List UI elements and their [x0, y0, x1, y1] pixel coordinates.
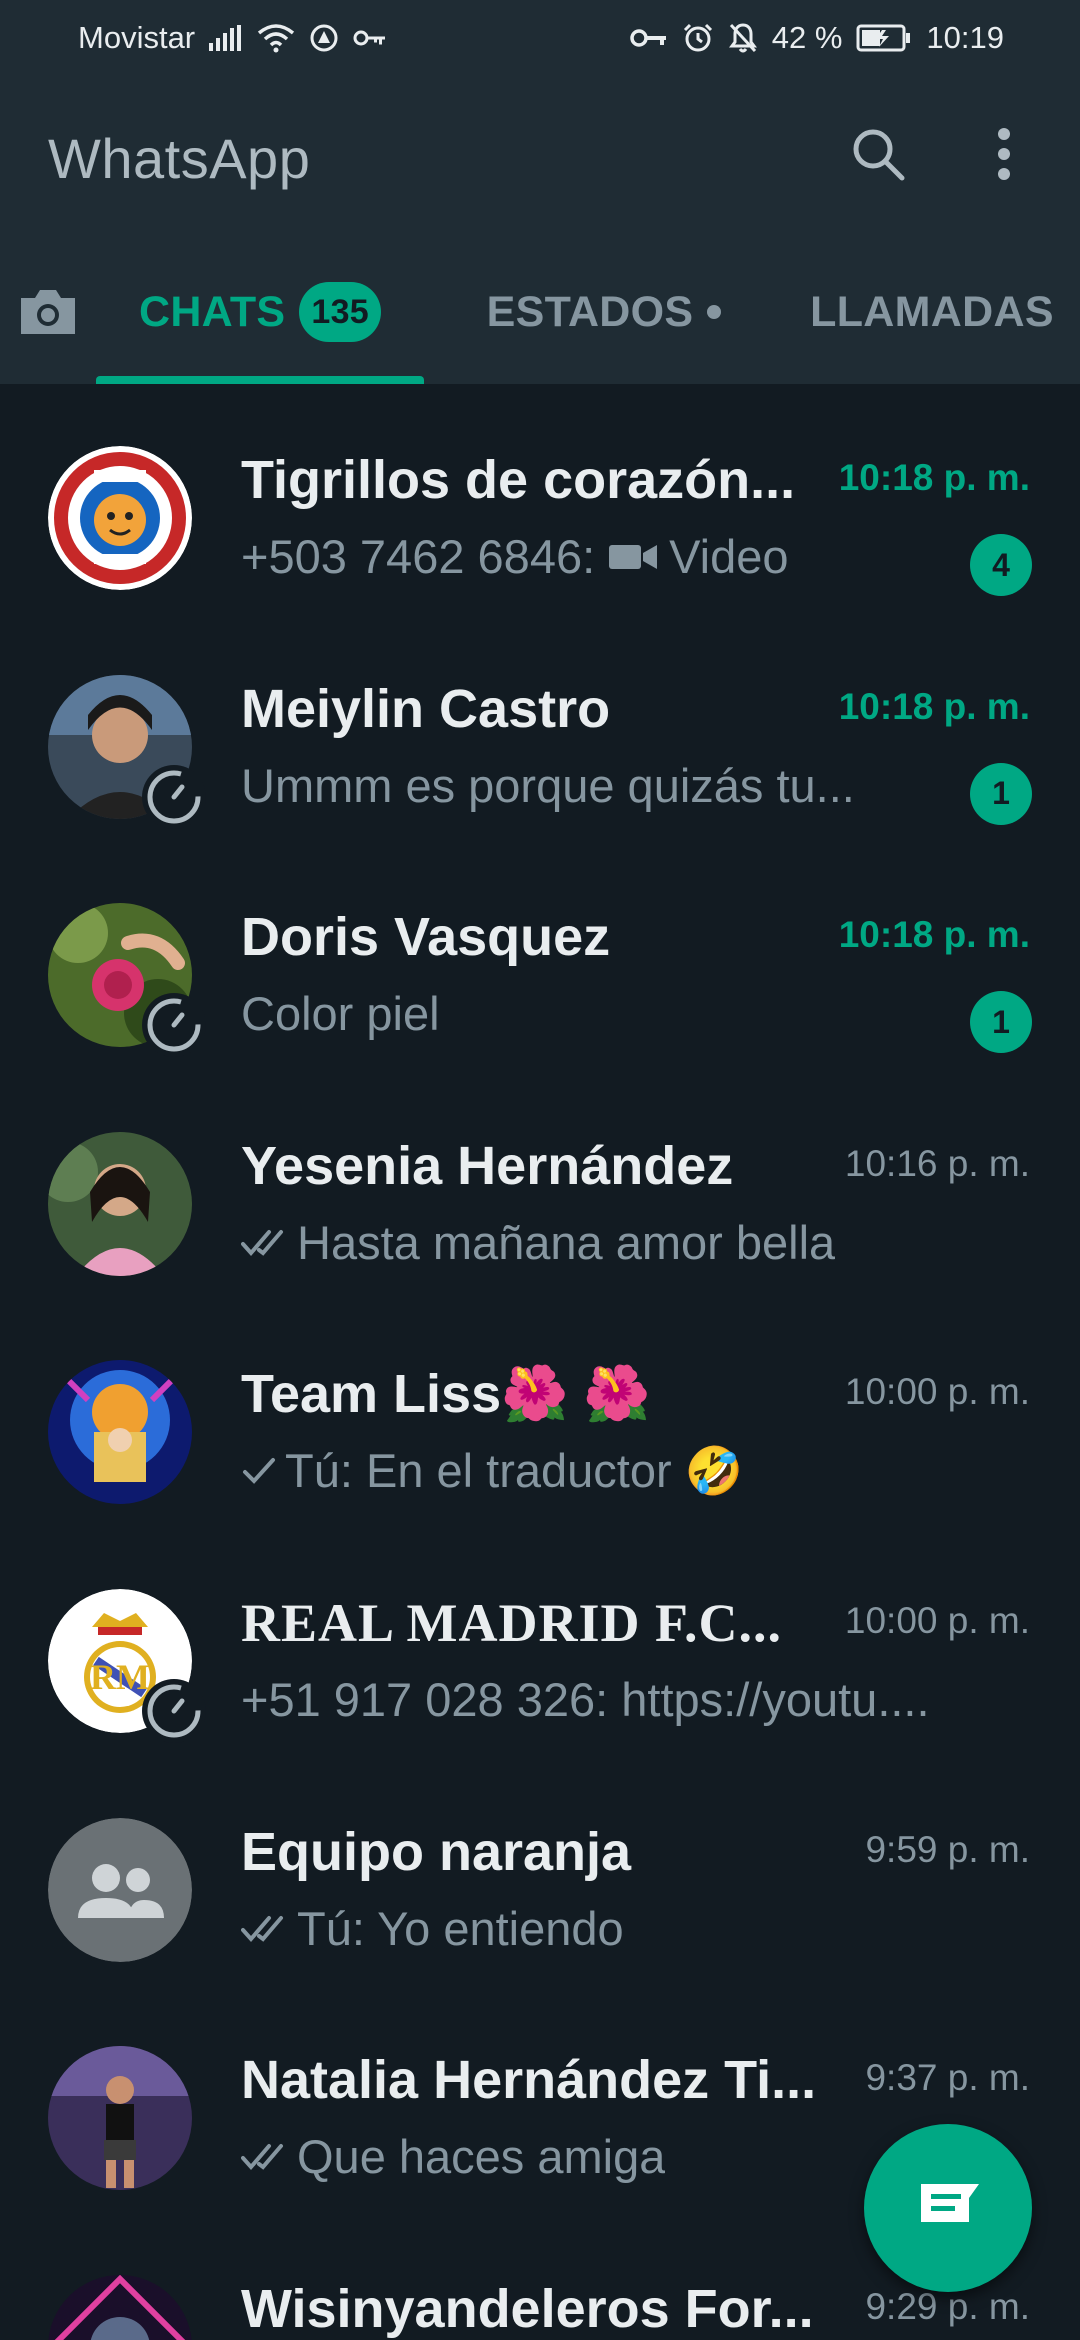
message-text: +51 917 028 326: https://youtu.... [241, 1672, 930, 1726]
chat-row[interactable]: Tigrillos de corazón... 10:18 p. m. +503… [0, 384, 1080, 613]
message-text: Ummm es porque quizás tu... [241, 758, 855, 812]
chat-name: Doris Vasquez [241, 907, 611, 968]
data-saver-icon [309, 23, 339, 53]
message-text: Color piel [241, 987, 440, 1041]
chats-count-badge: 135 [299, 282, 382, 342]
avatar [48, 1360, 192, 1505]
battery-percent: 42 % [771, 20, 843, 55]
chat-time: 10:18 p. m. [838, 685, 1030, 727]
tab-estados[interactable]: ESTADOS [424, 240, 784, 384]
tab-camera[interactable] [0, 240, 96, 384]
chat-preview: +51 917 028 326: https://youtu.... [241, 1669, 1011, 1731]
message-text: Video [669, 530, 789, 583]
status-bar-left: Movistar [78, 20, 387, 56]
app-title: WhatsApp [48, 126, 311, 190]
chat-name: Meiylin Castro [241, 678, 611, 739]
status-update-indicator [142, 764, 206, 829]
chat-name: Yesenia Hernández [241, 1135, 734, 1196]
double-check-icon [241, 1228, 289, 1258]
tab-llamadas[interactable]: LLAMADAS [784, 240, 1080, 384]
double-check-icon [241, 1914, 289, 1944]
chat-name: Team Liss🌺 🌺 [241, 1364, 651, 1425]
single-check-icon [241, 1456, 277, 1486]
new-chat-icon [921, 2184, 979, 2222]
chat-preview: Tú: Yo entiendo [241, 1898, 1011, 1960]
chat-time: 10:16 p. m. [844, 1142, 1030, 1184]
unread-count-badge: 1 [970, 991, 1032, 1054]
alarm-icon [682, 22, 714, 54]
chat-preview: +503 7462 6846: Video [241, 526, 921, 588]
carrier-name: Movistar [78, 20, 196, 55]
chat-name: Tigrillos de corazón... [241, 450, 796, 510]
chat-name: Equipo naranja [241, 1821, 632, 1882]
avatar [48, 2274, 192, 2340]
group-icon [48, 1817, 192, 1962]
status-timer-icon [147, 770, 201, 824]
chat-preview: Tú: En el traductor 🤣 [241, 1440, 1011, 1502]
svg-text:RM: RM [90, 1657, 150, 1697]
chat-name: Wisinyandeleros For... [241, 2278, 814, 2339]
avatar [48, 2046, 192, 2191]
more-options-button[interactable] [968, 118, 1040, 190]
notifications-off-icon [728, 22, 758, 54]
vpn-key-icon [353, 28, 387, 48]
vpn-key-icon [630, 27, 668, 49]
chat-preview: Hasta mañana amor bella [241, 1212, 1011, 1274]
message-text: Que haces amiga [297, 2130, 666, 2184]
chat-time: 10:18 p. m. [838, 914, 1030, 956]
tab-chats-label: CHATS [138, 287, 286, 336]
battery-charging-icon [856, 24, 912, 52]
status-bar: Movistar 42 % 10:19 [0, 0, 1080, 76]
status-timer-icon [147, 998, 201, 1052]
chat-row[interactable]: RM REAL MADRID F.C... 10:00 p. m. +51 91… [0, 1527, 1080, 1756]
wifi-icon [257, 23, 295, 53]
chat-time: 10:18 p. m. [838, 457, 1030, 498]
tab-chats[interactable]: CHATS 135 [96, 240, 424, 384]
new-chat-button[interactable] [864, 2124, 1032, 2292]
status-timer-icon [147, 1684, 201, 1738]
chat-time: 9:59 p. m. [865, 1828, 1030, 1870]
message-text: Hasta mañana amor bella [297, 1215, 836, 1269]
search-icon [853, 129, 905, 181]
app-bar-actions [842, 118, 1040, 190]
status-update-indicator [142, 1678, 206, 1743]
message-text: Tú: Yo entiendo [297, 1901, 624, 1955]
unread-count-badge: 4 [970, 534, 1032, 596]
unread-count-badge: 1 [970, 762, 1032, 825]
more-vert-icon [998, 128, 1010, 180]
signal-icon [209, 25, 243, 51]
chat-name: Natalia Hernández Ti... [241, 2050, 817, 2111]
tab-estados-label: ESTADOS [486, 287, 694, 336]
chat-row[interactable]: Team Liss🌺 🌺 10:00 p. m. Tú: En el tradu… [0, 1298, 1080, 1527]
chat-preview: Ummm es porque quizás tu... [241, 755, 921, 817]
tab-bar: CHATS 135 ESTADOS LLAMADAS [0, 240, 1080, 384]
chat-time: 10:00 p. m. [844, 1371, 1030, 1413]
avatar [48, 1131, 192, 1276]
double-check-icon [241, 2142, 289, 2172]
chat-time: 10:00 p. m. [844, 1599, 1030, 1641]
status-update-indicator [142, 993, 206, 1058]
video-icon [609, 542, 659, 572]
avatar [48, 446, 192, 590]
message-text: Tú: En el traductor 🤣 [285, 1444, 744, 1498]
avatar [48, 1817, 192, 1962]
message-sender: +503 7462 6846: [241, 530, 596, 583]
chat-list: Tigrillos de corazón... 10:18 p. m. +503… [0, 384, 1080, 2340]
status-bar-right: 42 % 10:19 [630, 20, 1004, 56]
chat-row[interactable]: Equipo naranja 9:59 p. m. Tú: Yo entiend… [0, 1756, 1080, 1985]
chat-row[interactable]: Meiylin Castro 10:18 p. m. Ummm es porqu… [0, 613, 1080, 842]
chat-preview: Color piel [241, 983, 921, 1045]
app-bar: WhatsApp [0, 76, 1080, 240]
chat-time: 9:37 p. m. [865, 2057, 1030, 2099]
chat-name: REAL MADRID F.C... [241, 1592, 783, 1653]
clock: 10:19 [926, 20, 1004, 55]
new-status-dot [707, 305, 722, 319]
camera-icon [21, 290, 75, 334]
tab-llamadas-label: LLAMADAS [810, 287, 1054, 336]
chat-row[interactable]: Doris Vasquez 10:18 p. m. Color piel 1 [0, 841, 1080, 1070]
chat-row[interactable]: Yesenia Hernández 10:16 p. m. Hasta maña… [0, 1070, 1080, 1299]
search-button[interactable] [842, 118, 914, 190]
